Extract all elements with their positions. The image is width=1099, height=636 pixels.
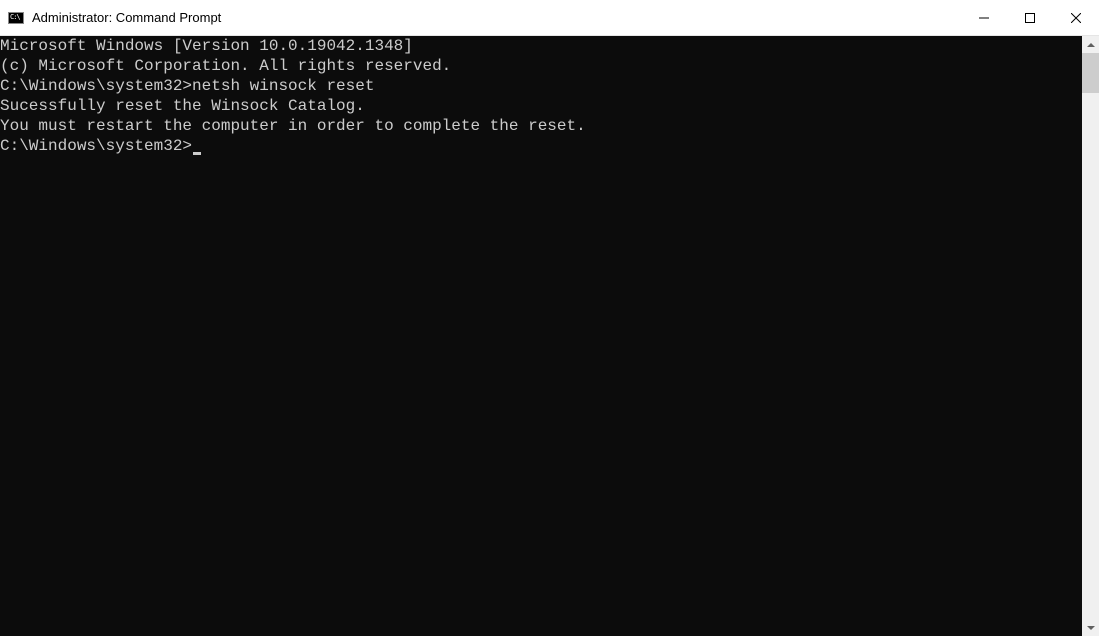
minimize-icon	[979, 13, 989, 23]
console-prompt-line: C:\Windows\system32>netsh winsock reset	[0, 76, 1082, 96]
maximize-icon	[1025, 13, 1035, 23]
cursor	[193, 152, 201, 155]
console-prompt-line: C:\Windows\system32>	[0, 136, 1082, 156]
vertical-scrollbar[interactable]	[1082, 36, 1099, 636]
command-text: netsh winsock reset	[192, 77, 374, 95]
prompt-path: C:\Windows\system32>	[0, 77, 192, 95]
window-titlebar: C:\ Administrator: Command Prompt	[0, 0, 1099, 36]
console-area: Microsoft Windows [Version 10.0.19042.13…	[0, 36, 1099, 636]
console-line: (c) Microsoft Corporation. All rights re…	[0, 56, 1082, 76]
maximize-button[interactable]	[1007, 0, 1053, 35]
prompt-path: C:\Windows\system32>	[0, 137, 192, 155]
close-button[interactable]	[1053, 0, 1099, 35]
console-line: You must restart the computer in order t…	[0, 116, 1082, 136]
close-icon	[1071, 13, 1081, 23]
scroll-down-button[interactable]	[1082, 619, 1099, 636]
scroll-track[interactable]	[1082, 53, 1099, 619]
minimize-button[interactable]	[961, 0, 1007, 35]
console-line: Microsoft Windows [Version 10.0.19042.13…	[0, 36, 1082, 56]
console-line: Sucessfully reset the Winsock Catalog.	[0, 96, 1082, 116]
scroll-up-button[interactable]	[1082, 36, 1099, 53]
scroll-thumb[interactable]	[1082, 53, 1099, 93]
chevron-up-icon	[1087, 43, 1095, 47]
cmd-icon: C:\	[8, 10, 24, 26]
window-controls	[961, 0, 1099, 35]
chevron-down-icon	[1087, 626, 1095, 630]
window-title: Administrator: Command Prompt	[32, 10, 221, 25]
console-output[interactable]: Microsoft Windows [Version 10.0.19042.13…	[0, 36, 1082, 636]
